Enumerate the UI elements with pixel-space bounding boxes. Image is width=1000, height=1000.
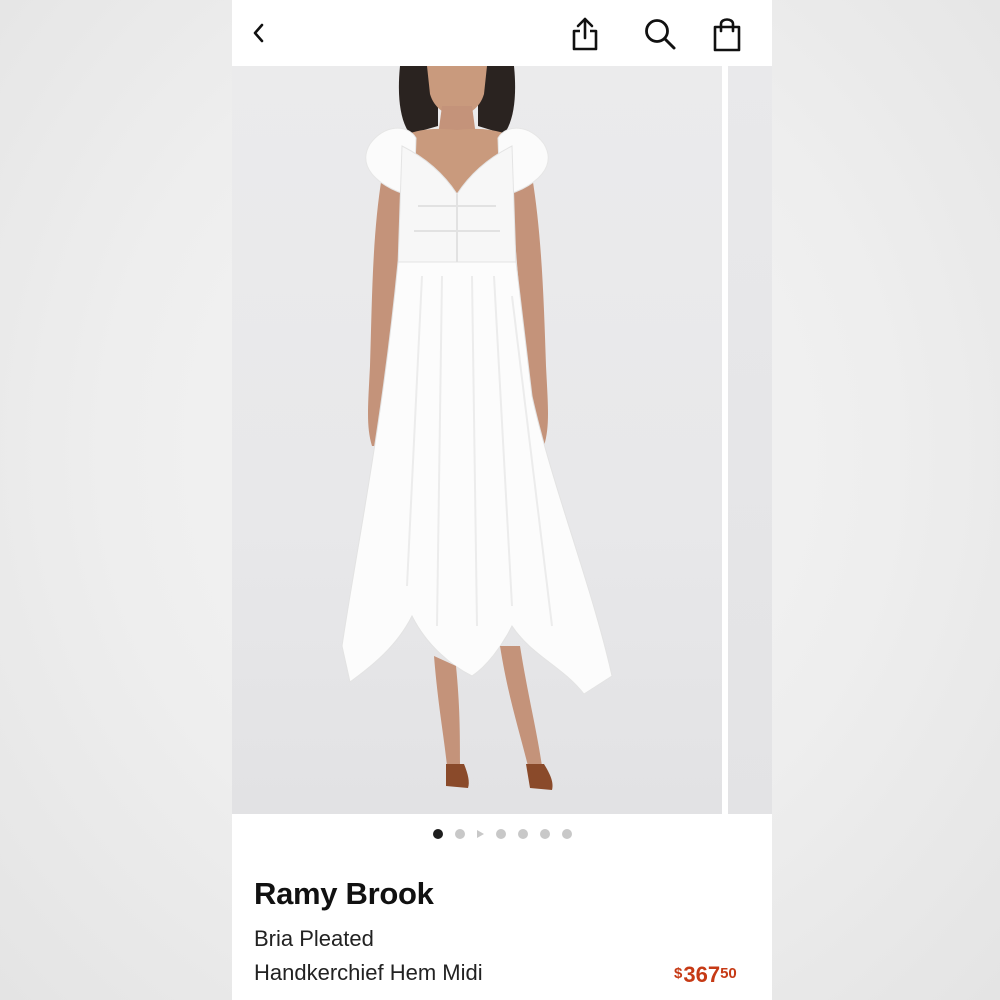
pagination-dot[interactable] xyxy=(539,829,550,839)
price-cents: 50 xyxy=(720,965,737,982)
share-button[interactable] xyxy=(568,14,602,54)
back-chevron-icon xyxy=(253,23,264,43)
price-whole: 367 xyxy=(683,962,721,987)
product-name-line-2: Handkerchief Hem Midi xyxy=(254,960,483,985)
next-product-photo-peek[interactable] xyxy=(728,66,772,814)
pagination-dot[interactable] xyxy=(517,829,528,839)
product-page: Ramy Brook Bria Pleated Handkerchief Hem… xyxy=(232,0,772,1000)
product-photo[interactable] xyxy=(232,66,722,814)
pagination-dot[interactable] xyxy=(495,829,506,839)
shopping-bag-icon xyxy=(713,18,741,52)
product-name: Bria Pleated Handkerchief Hem Midi xyxy=(254,922,634,990)
search-icon xyxy=(645,19,676,50)
top-navigation-bar xyxy=(232,0,772,66)
model-dress-illustration xyxy=(341,66,613,790)
product-price: $ 367 50 xyxy=(674,962,737,988)
back-button[interactable] xyxy=(246,18,272,48)
product-brand[interactable]: Ramy Brook xyxy=(254,876,434,912)
video-play-icon[interactable] xyxy=(476,830,484,838)
gallery-pagination[interactable] xyxy=(232,826,772,842)
search-button[interactable] xyxy=(642,16,678,52)
pagination-dot[interactable] xyxy=(561,829,572,839)
pagination-dot[interactable] xyxy=(454,829,465,839)
product-name-line-1: Bria Pleated xyxy=(254,926,374,951)
shopping-bag-button[interactable] xyxy=(710,14,744,54)
product-image-gallery[interactable] xyxy=(232,66,772,814)
price-currency: $ xyxy=(674,965,683,982)
share-icon xyxy=(572,17,598,51)
pagination-dot-active[interactable] xyxy=(432,829,443,839)
